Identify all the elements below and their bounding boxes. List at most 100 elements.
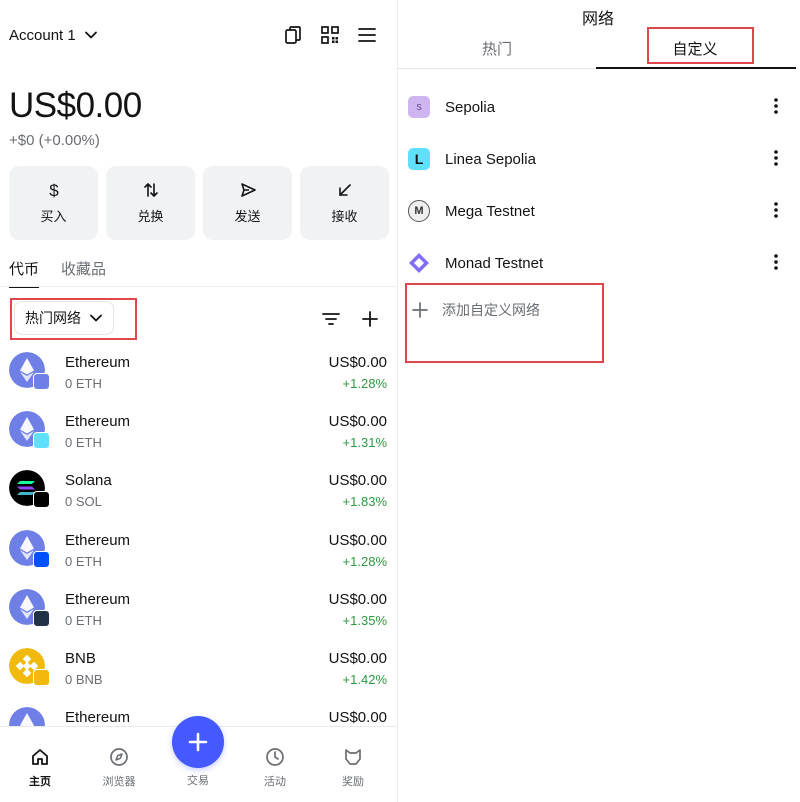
panel-title: 网络 bbox=[581, 11, 614, 28]
token-change: +1.28% bbox=[342, 376, 387, 391]
buy-button[interactable]: $ 买入 bbox=[9, 166, 98, 240]
nav-rewards-label: 奖励 bbox=[342, 776, 364, 788]
rewards-icon bbox=[345, 749, 361, 765]
network-filter-dropdown[interactable]: 热门网络 bbox=[14, 301, 114, 335]
linea-network-badge-icon bbox=[33, 432, 50, 449]
nav-trade-label: 交易 bbox=[187, 775, 209, 787]
token-value: US$0.00 bbox=[328, 354, 387, 371]
token-value: US$0.00 bbox=[328, 591, 387, 608]
token-row[interactable]: Ethereum 0 ETH US$0.00 +1.28% bbox=[9, 530, 387, 576]
account-selector[interactable]: Account 1 bbox=[9, 24, 98, 46]
token-amount: 0 SOL bbox=[65, 494, 102, 509]
nav-home-label: 主页 bbox=[29, 776, 51, 788]
swap-button[interactable]: 兑换 bbox=[106, 166, 195, 240]
svg-text:$: $ bbox=[49, 181, 59, 199]
monad-logo-icon bbox=[409, 253, 429, 273]
tab-collectibles[interactable]: 收藏品 bbox=[61, 258, 106, 288]
receive-button[interactable]: 接收 bbox=[300, 166, 389, 240]
token-value: US$0.00 bbox=[328, 709, 387, 726]
add-custom-network-button[interactable]: 添加自定义网络 bbox=[412, 300, 540, 320]
nav-browser-label: 浏览器 bbox=[102, 776, 136, 788]
add-token-icon[interactable] bbox=[359, 308, 381, 330]
solana-network-badge-icon bbox=[33, 491, 50, 508]
send-icon bbox=[240, 183, 256, 197]
token-name: Ethereum bbox=[65, 413, 131, 430]
account-name: Account 1 bbox=[9, 26, 76, 44]
balance-change: +$0 (+0.00%) bbox=[9, 132, 100, 149]
tab-custom[interactable]: 自定义 bbox=[596, 38, 794, 59]
sepolia-logo-icon: S bbox=[408, 96, 430, 118]
receive-icon bbox=[338, 184, 351, 196]
more-options-icon[interactable] bbox=[774, 254, 778, 270]
token-row[interactable]: Solana 0 SOL US$0.00 +1.83% bbox=[9, 470, 387, 516]
more-options-icon[interactable] bbox=[774, 98, 778, 114]
send-button[interactable]: 发送 bbox=[203, 166, 292, 240]
active-tab-indicator bbox=[596, 67, 796, 69]
arbitrum-network-badge-icon bbox=[33, 610, 50, 627]
token-value: US$0.00 bbox=[328, 650, 387, 667]
token-row[interactable]: BNB 0 BNB US$0.00 +1.42% bbox=[9, 648, 387, 694]
compass-icon bbox=[110, 748, 128, 766]
add-custom-network-label: 添加自定义网络 bbox=[442, 302, 540, 318]
bnb-network-badge-icon bbox=[33, 669, 50, 686]
nav-trade[interactable]: 交易 bbox=[168, 772, 228, 788]
tab-popular[interactable]: 热门 bbox=[398, 38, 596, 59]
linea-logo-icon: L bbox=[408, 148, 430, 170]
network-name: Sepolia bbox=[445, 99, 496, 116]
plus-icon bbox=[188, 732, 208, 752]
token-name: Ethereum bbox=[65, 591, 131, 608]
mega-logo-icon: M bbox=[408, 200, 430, 222]
copy-icon[interactable] bbox=[282, 24, 304, 46]
sort-filter-icon[interactable] bbox=[320, 308, 342, 330]
token-row[interactable]: Ethereum 0 ETH US$0.00 +1.28% bbox=[9, 352, 387, 398]
home-icon bbox=[32, 749, 48, 765]
receive-label: 接收 bbox=[331, 209, 358, 224]
nav-home[interactable]: 主页 bbox=[10, 747, 70, 789]
token-change: +1.28% bbox=[342, 554, 387, 569]
menu-icon[interactable] bbox=[356, 24, 378, 46]
nav-activity-label: 活动 bbox=[264, 776, 286, 788]
token-name: Ethereum bbox=[65, 354, 131, 371]
tab-tokens[interactable]: 代币 bbox=[9, 258, 40, 288]
token-value: US$0.00 bbox=[328, 532, 387, 549]
dollar-icon: $ bbox=[49, 181, 59, 199]
token-value: US$0.00 bbox=[328, 472, 387, 489]
network-item-linea-sepolia[interactable]: L Linea Sepolia bbox=[408, 148, 788, 178]
trade-fab-button[interactable] bbox=[172, 716, 224, 768]
token-row[interactable]: Ethereum 0 ETH US$0.00 +1.35% bbox=[9, 589, 387, 635]
wallet-home-panel: Account 1 US$0.00 +$0 (+0.00%) $ 买入 兑换 发… bbox=[0, 0, 396, 802]
network-name: Linea Sepolia bbox=[445, 151, 536, 168]
token-change: +1.35% bbox=[342, 613, 387, 628]
more-options-icon[interactable] bbox=[774, 202, 778, 218]
ethereum-network-badge-icon bbox=[33, 373, 50, 390]
token-change: +1.31% bbox=[342, 435, 387, 450]
qr-code-icon[interactable] bbox=[319, 24, 341, 46]
chevron-down-icon bbox=[84, 31, 97, 39]
token-amount: 0 ETH bbox=[65, 435, 102, 450]
tabs-divider bbox=[0, 286, 396, 287]
token-change: +1.42% bbox=[342, 672, 387, 687]
token-amount: 0 ETH bbox=[65, 613, 102, 628]
base-network-badge-icon bbox=[33, 551, 50, 568]
network-name: Monad Testnet bbox=[445, 255, 544, 272]
action-buttons: $ 买入 兑换 发送 接收 bbox=[9, 166, 389, 240]
token-name: BNB bbox=[65, 650, 96, 667]
network-item-sepolia[interactable]: S Sepolia bbox=[408, 96, 788, 126]
token-name: Solana bbox=[65, 472, 112, 489]
network-item-mega-testnet[interactable]: M Mega Testnet bbox=[408, 200, 788, 230]
token-amount: 0 BNB bbox=[65, 672, 103, 687]
highlight-box-add-network bbox=[405, 283, 604, 363]
buy-label: 买入 bbox=[40, 209, 67, 224]
swap-label: 兑换 bbox=[137, 209, 164, 224]
nav-rewards[interactable]: 奖励 bbox=[323, 747, 383, 789]
nav-activity[interactable]: 活动 bbox=[245, 747, 305, 789]
more-options-icon[interactable] bbox=[774, 150, 778, 166]
token-row[interactable]: Ethereum 0 ETH US$0.00 +1.31% bbox=[9, 411, 387, 457]
network-item-monad-testnet[interactable]: Monad Testnet bbox=[408, 252, 788, 282]
asset-tabs: 代币 收藏品 bbox=[9, 258, 106, 288]
token-name: Ethereum bbox=[65, 532, 131, 549]
network-selector-panel: 网络 热门 自定义 S Sepolia L Linea Sepolia M Me… bbox=[397, 0, 800, 802]
nav-browser[interactable]: 浏览器 bbox=[89, 747, 149, 789]
token-amount: 0 ETH bbox=[65, 554, 102, 569]
network-name: Mega Testnet bbox=[445, 203, 535, 220]
